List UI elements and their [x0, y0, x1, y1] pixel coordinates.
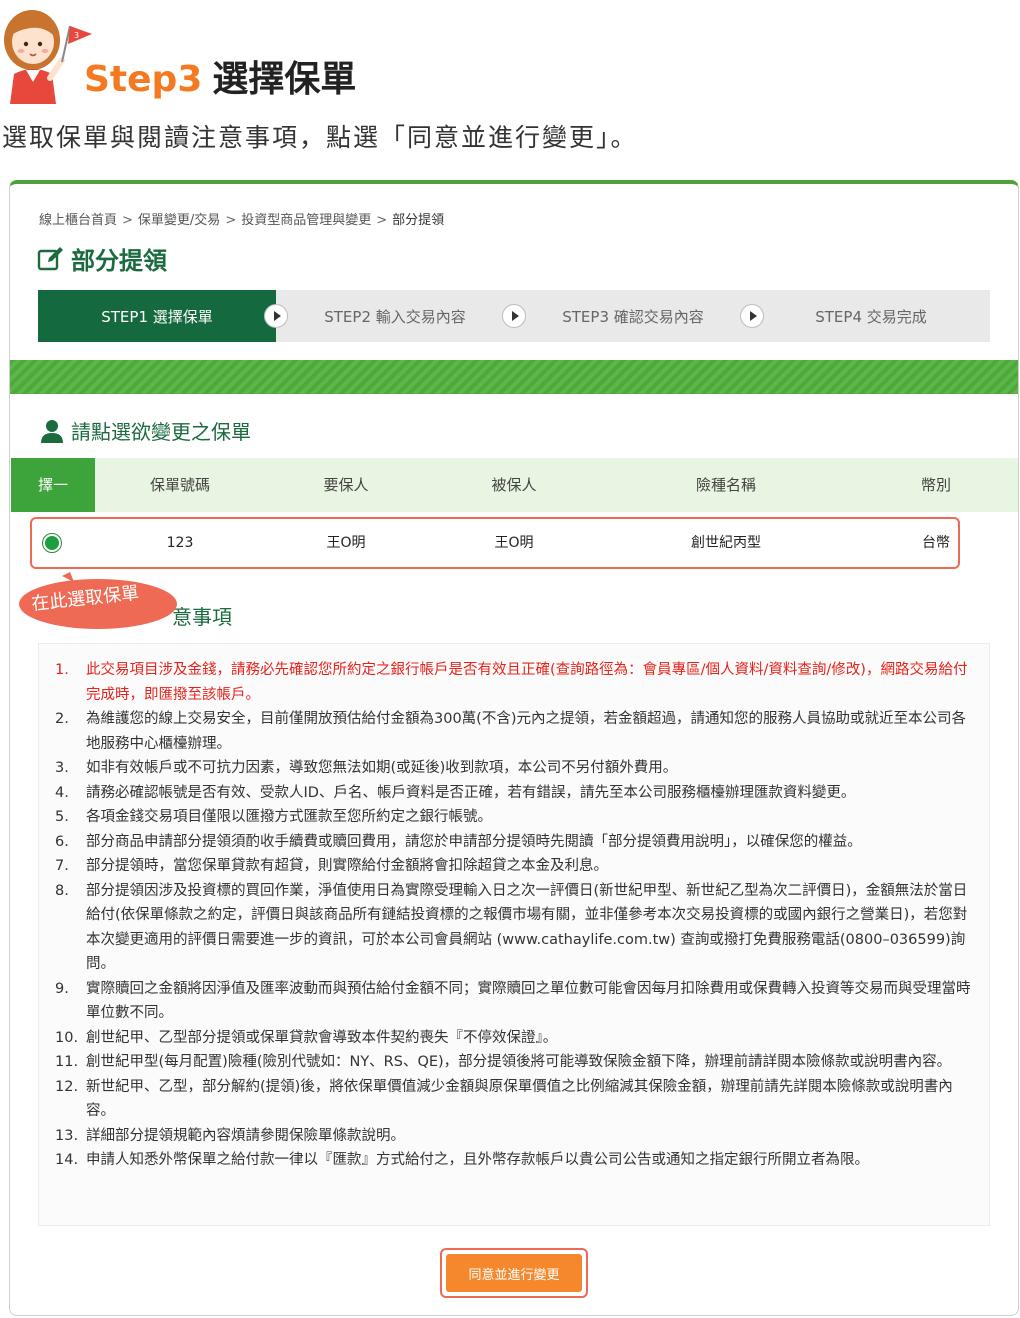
cell-applicant: 王O明	[326, 535, 366, 551]
note-number: 4.	[55, 784, 69, 801]
note-number: 2.	[55, 711, 69, 727]
edit-icon	[37, 246, 63, 270]
note-text: 部分商品申請部分提領須酌收手續費或贖回費用，請您於申請部分提領時先閱讀「部分提領…	[86, 833, 862, 850]
note-number: 3.	[55, 760, 69, 776]
note-item: 9. 實際贖回之金額將因淨值及匯率波動而與預估給付金額不同；實際贖回之單位數可能會…	[55, 977, 975, 1026]
chevron-right-icon	[502, 304, 526, 328]
select-policy-heading: 請點選欲變更之保單	[39, 416, 251, 445]
policy-table-header: 擇一 保單號碼 要保人 被保人 險種名稱 幣別	[11, 458, 1018, 512]
note-number: 8.	[55, 882, 69, 899]
note-item: 1. 此交易項目涉及金錢，請務必先確認您所約定之銀行帳戶是否有效且正確(查詢路徑為…	[55, 658, 975, 707]
step-2: STEP2 輸入交易內容	[276, 290, 526, 342]
svg-text:3: 3	[74, 31, 79, 40]
column-header-select: 擇一	[11, 458, 95, 512]
step-4: STEP4 交易完成	[752, 290, 990, 342]
step-title: Step3 選擇保單	[84, 50, 356, 102]
select-policy-heading-text: 請點選欲變更之保單	[71, 420, 251, 444]
cell-insured: 王O明	[494, 535, 534, 551]
step-4-label: STEP4 交易完成	[815, 307, 927, 326]
note-text: 部分提領因涉及投資標的買回作業，淨值使用日為實際受理輸入日之次一評價日(新世紀甲…	[86, 882, 968, 973]
note-number: 13.	[55, 1127, 79, 1144]
policy-radio-button[interactable]	[42, 533, 62, 553]
column-header-currency: 幣別	[920, 476, 951, 494]
note-item: 6. 部分商品申請部分提領須酌收手續費或贖回費用，請您於申請部分提領時先閱讀「部分…	[55, 830, 975, 855]
step-3-label: STEP3 確認交易內容	[562, 307, 704, 326]
note-item: 13. 詳細部分提領規範內容煩請參閱保險單條款說明。	[55, 1124, 975, 1149]
note-text: 新世紀甲、乙型，部分解約(提領)後，將依保單價值減少金額與原保單價值之比例縮減其…	[86, 1078, 953, 1120]
note-item: 3. 如非有效帳戶或不可抗力因素，導致您無法如期(或延後)收到款項，本公司不另付額…	[55, 756, 975, 781]
note-item: 4. 請務必確認帳號是否有效、受款人ID、戶名、帳戶資料是否正確，若有錯誤，請先至…	[55, 781, 975, 806]
column-header-insured: 被保人	[491, 476, 537, 494]
step-3: STEP3 確認交易內容	[514, 290, 764, 342]
note-text: 創世紀甲、乙型部分提領或保單貸款會導致本件契約喪失『不停效保證』。	[86, 1029, 558, 1046]
note-item: 11. 創世紀甲型(每月配置)險種(險別代號如：NY、RS、QE)，部分提領後將可…	[55, 1050, 975, 1075]
note-text: 詳細部分提領規範內容煩請參閱保險單條款說明。	[86, 1127, 405, 1144]
note-text: 此交易項目涉及金錢，請務必先確認您所約定之銀行帳戶是否有效且正確(查詢路徑為：會…	[86, 662, 968, 703]
cell-currency: 台幣	[922, 535, 950, 551]
note-item: 8. 部分提領因涉及投資標的買回作業，淨值使用日為實際受理輸入日之次一評價日(新世…	[55, 879, 975, 977]
note-text: 實際贖回之金額將因淨值及匯率波動而與預估給付金額不同；實際贖回之單位數可能會因每…	[86, 980, 971, 1022]
section-divider-stripe	[10, 360, 1018, 394]
note-text: 請務必確認帳號是否有效、受款人ID、戶名、帳戶資料是否正確，若有錯誤，請先至本公…	[86, 784, 856, 801]
step-progress-bar: STEP1 選擇保單 STEP2 輸入交易內容 STEP3 確認交易內容 STE…	[38, 290, 990, 342]
column-header-applicant: 要保人	[323, 476, 369, 494]
intro-text: 選取保單與閱讀注意事項，點選「同意並進行變更」。	[2, 123, 638, 152]
note-number: 1.	[55, 662, 69, 678]
breadcrumb-item[interactable]: 投資型商品管理與變更	[241, 213, 371, 228]
note-item: 7. 部分提領時，當您保單貸款有超貸，則實際給付金額將會扣除超貸之本金及利息。	[55, 854, 975, 879]
step-name: 選擇保單	[212, 59, 357, 100]
note-item: 12. 新世紀甲、乙型，部分解約(提領)後，將依保單價值減少金額與原保單價值之比例…	[55, 1075, 975, 1124]
note-number: 10.	[55, 1029, 79, 1046]
cell-policy-no: 123	[166, 535, 194, 551]
note-text: 為維護您的線上交易安全，目前僅開放預估給付金額為300萬(不含)元內之提領，若金…	[86, 711, 966, 752]
content-card: 線上櫃台首頁 > 保單變更/交易 > 投資型商品管理與變更 > 部分提領 部分提領 STEP…	[9, 180, 1019, 1316]
step-1-label: STEP1 選擇保單	[101, 307, 213, 326]
agree-button-highlight: 同意並進行變更	[440, 1248, 588, 1298]
note-number: 14.	[55, 1152, 79, 1168]
policy-row[interactable]: 123 王O明 王O明 創世紀丙型 台幣	[30, 517, 960, 569]
step-1: STEP1 選擇保單	[38, 290, 288, 342]
note-item: 14. 申請人知悉外幣保單之給付款一律以『匯款』方式給付之，且外幣存款帳戶以貴公司…	[55, 1148, 975, 1173]
note-number: 9.	[55, 980, 69, 997]
breadcrumb: 線上櫃台首頁 > 保單變更/交易 > 投資型商品管理與變更 > 部分提領	[39, 209, 444, 228]
step-number: Step3	[84, 59, 203, 100]
note-number: 12.	[55, 1078, 79, 1095]
page-title-text: 部分提領	[71, 247, 167, 275]
tutorial-header: 3 Step3 選擇保單	[0, 0, 1020, 110]
note-text: 申請人知悉外幣保單之給付款一律以『匯款』方式給付之，且外幣存款帳戶以貴公司公告或…	[86, 1152, 869, 1168]
cell-product: 創世紀丙型	[691, 535, 761, 551]
note-text: 創世紀甲型(每月配置)險種(險別代號如：NY、RS、QE)，部分提領後將可能導致…	[86, 1054, 952, 1070]
breadcrumb-separator: >	[376, 213, 388, 228]
chevron-right-icon	[264, 304, 288, 328]
note-item: 10. 創世紀甲、乙型部分提領或保單貸款會導致本件契約喪失『不停效保證』。	[55, 1026, 975, 1051]
step-2-label: STEP2 輸入交易內容	[324, 307, 466, 326]
note-item: 2. 為維護您的線上交易安全，目前僅開放預估給付金額為300萬(不含)元內之提領，…	[55, 707, 975, 756]
breadcrumb-current: 部分提領	[392, 213, 445, 228]
note-number: 11.	[55, 1054, 79, 1070]
chevron-right-icon	[740, 304, 764, 328]
notes-heading: 意事項	[172, 605, 232, 629]
note-text: 如非有效帳戶或不可抗力因素，導致您無法如期(或延後)收到款項，本公司不另付額外費…	[86, 760, 678, 776]
column-header-policy-no: 保單號碼	[149, 476, 210, 494]
breadcrumb-item[interactable]: 線上櫃台首頁	[39, 213, 117, 228]
column-header-product: 險種名稱	[695, 476, 756, 494]
page-title: 部分提領	[37, 241, 167, 276]
user-icon	[41, 419, 63, 443]
note-item: 5. 各項金錢交易項目僅限以匯撥方式匯款至您所約定之銀行帳號。	[55, 805, 975, 830]
note-number: 7.	[55, 858, 69, 874]
breadcrumb-separator: >	[225, 213, 237, 228]
note-number: 6.	[55, 833, 69, 850]
breadcrumb-item[interactable]: 保單變更/交易	[138, 213, 220, 228]
note-number: 5.	[55, 809, 69, 825]
note-text: 各項金錢交易項目僅限以匯撥方式匯款至您所約定之銀行帳號。	[86, 809, 492, 825]
agree-button[interactable]: 同意並進行變更	[446, 1254, 582, 1292]
notes-box: 1. 此交易項目涉及金錢，請務必先確認您所約定之銀行帳戶是否有效且正確(查詢路徑為…	[38, 643, 990, 1226]
notes-list: 1. 此交易項目涉及金錢，請務必先確認您所約定之銀行帳戶是否有效且正確(查詢路徑為…	[55, 658, 975, 1173]
note-text: 部分提領時，當您保單貸款有超貸，則實際給付金額將會扣除超貸之本金及利息。	[86, 858, 608, 874]
breadcrumb-separator: >	[122, 213, 133, 228]
